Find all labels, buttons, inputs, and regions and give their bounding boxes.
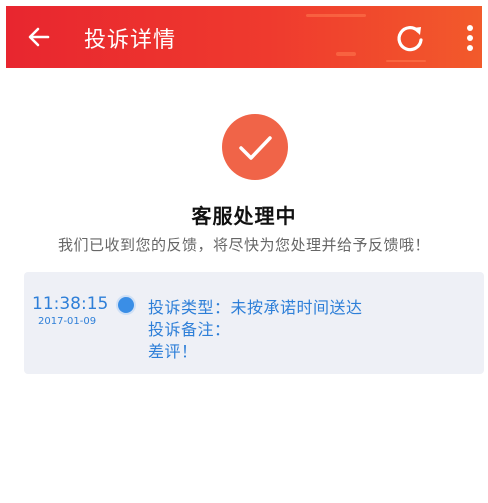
- page-title: 投诉详情: [84, 28, 177, 53]
- decorative-streak: [306, 14, 366, 17]
- decorative-streak: [386, 60, 426, 62]
- status-title: 客服处理中: [191, 204, 297, 228]
- arrow-left-icon[interactable]: [26, 24, 52, 50]
- decorative-streak: [336, 52, 356, 56]
- refresh-icon[interactable]: [394, 22, 426, 54]
- status-check-badge: [222, 114, 288, 180]
- complaint-note-label: 投诉备注：: [148, 320, 231, 339]
- complaint-type: 投诉类型：未按承诺时间送达: [148, 298, 363, 317]
- status-description: 我们已收到您的反馈，将尽快为您处理并给予反馈哦！: [57, 236, 430, 254]
- check-icon: [239, 136, 272, 160]
- timeline-dot-icon: [118, 297, 134, 313]
- timeline-date: 2017-01-09: [38, 316, 97, 327]
- timeline-time: 11:38:15: [32, 294, 109, 314]
- complaint-note-text: 差评！: [148, 342, 198, 361]
- more-vertical-icon[interactable]: [461, 22, 479, 54]
- timeline-card: 11:38:15 2017-01-09 投诉类型：未按承诺时间送达 投诉备注： …: [24, 272, 484, 374]
- top-app-bar: 投诉详情: [6, 6, 482, 68]
